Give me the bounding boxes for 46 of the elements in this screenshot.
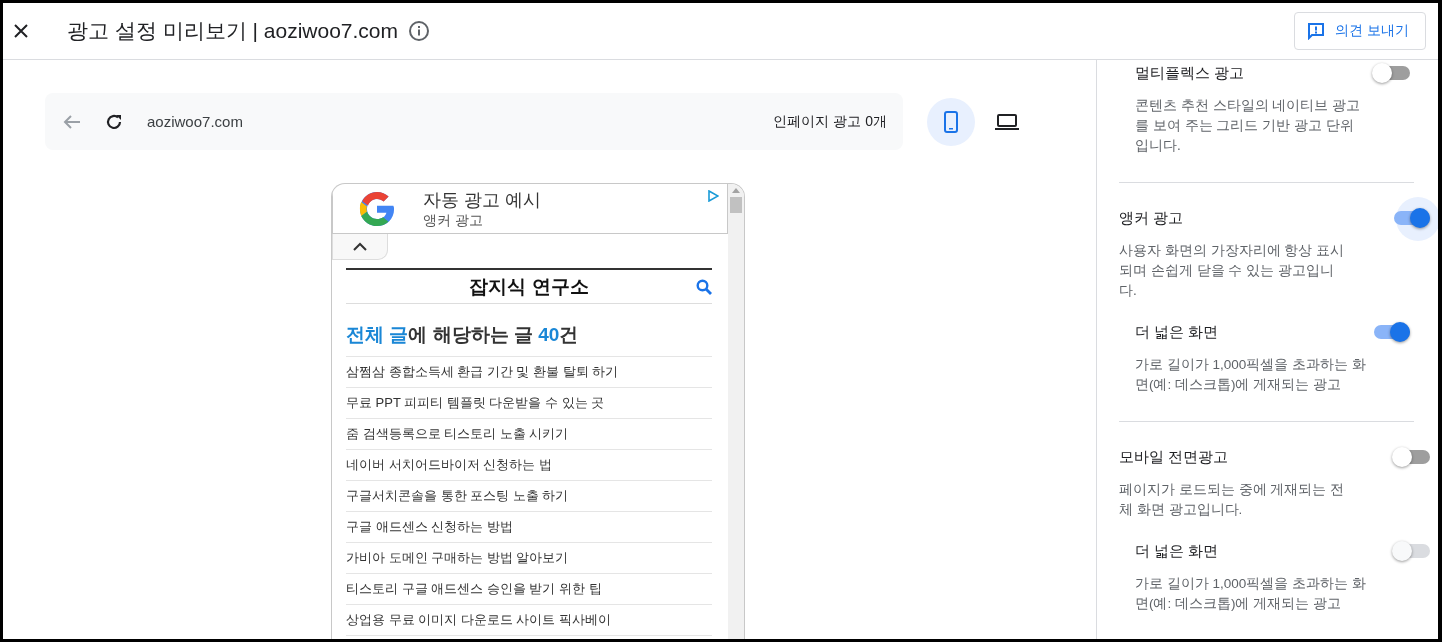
close-icon bbox=[13, 23, 29, 39]
toggle-switch[interactable] bbox=[1394, 450, 1430, 464]
post-link[interactable]: 무료 PPT 피피티 템플릿 다운받을 수 있는 곳 bbox=[346, 388, 712, 419]
feedback-icon bbox=[1307, 22, 1326, 40]
chevron-up-icon bbox=[353, 242, 367, 251]
adchoices-icon[interactable] bbox=[707, 190, 719, 202]
mobile-view-button[interactable] bbox=[927, 97, 975, 146]
setting-title: 멀티플렉스 광고 bbox=[1135, 63, 1245, 83]
scrollbar-thumb[interactable] bbox=[730, 197, 742, 213]
ad-subtitle: 앵커 광고 bbox=[423, 211, 484, 230]
close-button[interactable] bbox=[13, 23, 29, 39]
setting-title: 모바일 전면광고 bbox=[1119, 447, 1229, 467]
post-count-heading: 전체 글에 해당하는 글 40건 bbox=[346, 304, 712, 357]
post-link[interactable]: 네이버 서치어드바이저 신청하는 법 bbox=[346, 450, 712, 481]
collapse-button[interactable] bbox=[332, 234, 388, 260]
post-link[interactable]: 구글서치콘솔을 통한 포스팅 노출 하기 bbox=[346, 481, 712, 512]
ad-title: 자동 광고 예시 bbox=[423, 188, 541, 212]
setting-title: 앵커 광고 bbox=[1119, 208, 1184, 228]
toggle-switch[interactable] bbox=[1394, 211, 1430, 225]
info-icon[interactable] bbox=[408, 20, 431, 42]
post-link[interactable]: 티스토리 구글 애드센스 승인을 받기 위한 팁 bbox=[346, 574, 712, 605]
blog-title: 잡지식 연구소 bbox=[469, 274, 589, 299]
post-link[interactable]: 줌 검색등록으로 티스토리 노출 시키기 bbox=[346, 419, 712, 450]
url-text: aoziwoo7.com bbox=[147, 113, 243, 130]
post-link[interactable]: 구글 애드센스 신청하는 방법 bbox=[346, 512, 712, 543]
search-icon[interactable] bbox=[696, 279, 712, 295]
setting-description: 콘텐츠 추천 스타일의 네이티브 광고를 보여 주는 그리드 기반 광고 단위입니다. bbox=[1135, 97, 1361, 155]
scroll-up-icon bbox=[732, 188, 740, 193]
setting-description: 페이지가 로드되는 중에 게재되는 전체 화면 광고입니다. bbox=[1119, 481, 1345, 519]
ad-count: 인페이지 광고 0개 bbox=[773, 112, 887, 131]
toggle-switch[interactable] bbox=[1374, 66, 1410, 80]
post-link[interactable]: 상업용 무료 이미지 다운로드 사이트 픽사베이 bbox=[346, 605, 712, 636]
back-arrow-icon[interactable] bbox=[63, 113, 81, 130]
page-title: 광고 설정 미리보기 | aoziwoo7.com bbox=[67, 18, 399, 44]
setting-title: 더 넓은 화면 bbox=[1135, 322, 1219, 342]
reload-icon[interactable] bbox=[105, 112, 123, 131]
toggle-switch[interactable] bbox=[1374, 325, 1410, 339]
feedback-button[interactable]: 의견 보내기 bbox=[1294, 12, 1426, 50]
post-link[interactable]: 삼쩜삼 종합소득세 환급 기간 및 환불 탈퇴 하기 bbox=[346, 357, 712, 388]
post-link[interactable]: 가비아 도메인 구매하는 방법 알아보기 bbox=[346, 543, 712, 574]
setting-description: 사용자 화면의 가장자리에 항상 표시되며 손쉽게 닫을 수 있는 광고입니다. bbox=[1119, 242, 1345, 300]
phone-icon bbox=[944, 110, 958, 133]
laptop-icon bbox=[995, 113, 1019, 130]
setting-description: 가로 길이가 1,000픽셀을 초과하는 화면(예: 데스크톱)에 게재되는 광고 bbox=[1135, 575, 1367, 613]
setting-title: 더 넓은 화면 bbox=[1135, 541, 1219, 561]
setting-description: 가로 길이가 1,000픽셀을 초과하는 화면(예: 데스크톱)에 게재되는 광고 bbox=[1135, 356, 1367, 394]
